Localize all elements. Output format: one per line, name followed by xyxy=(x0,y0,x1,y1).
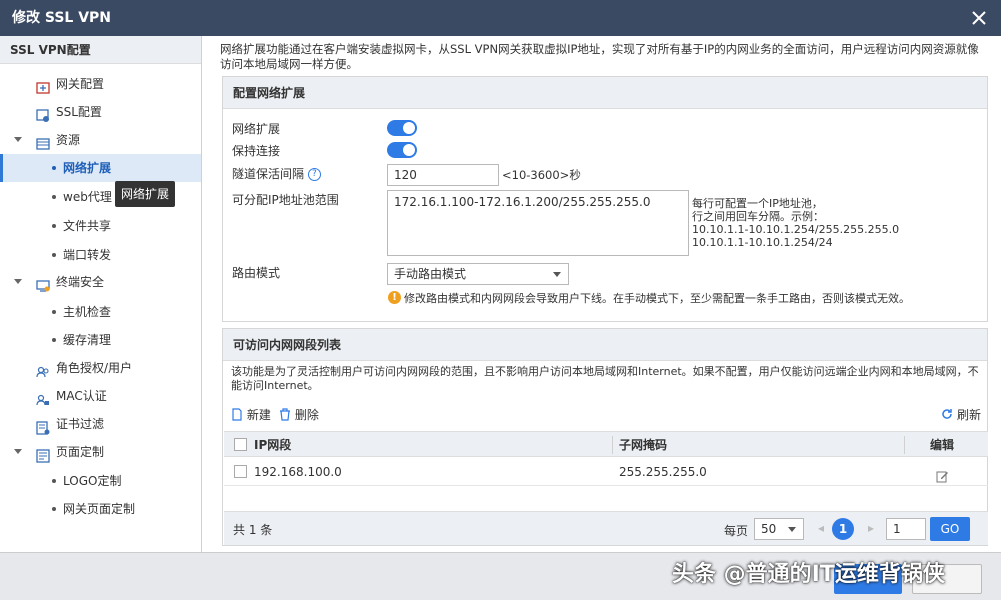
col-edit: 编辑 xyxy=(930,438,955,452)
list-panel-header: 可访问内网网段列表 xyxy=(223,329,987,361)
sidebar-item-label: web代理 xyxy=(63,190,112,204)
table-row[interactable]: 192.168.100.0 255.255.255.0 xyxy=(224,458,988,486)
page-current[interactable]: 1 xyxy=(832,518,854,540)
sidebar-item-label: 网络扩展 xyxy=(63,161,112,175)
go-button[interactable]: GO xyxy=(930,517,970,541)
users-icon xyxy=(36,361,50,378)
sidebar-item-label: MAC认证 xyxy=(56,389,107,403)
row-checkbox[interactable] xyxy=(234,465,247,478)
sidebar-item-label: 终端安全 xyxy=(56,275,105,289)
ip-pool-textarea[interactable]: 172.16.1.100-172.16.1.200/255.255.255.0 xyxy=(387,190,689,256)
tooltip: 网络扩展 xyxy=(115,181,175,207)
sidebar-item-role-users[interactable]: 角色授权/用户 xyxy=(0,354,201,382)
trash-icon xyxy=(279,407,291,424)
tunnel-interval-label: 隧道保活间隔 ? xyxy=(232,165,321,182)
watermark: 头条 @普通的IT运维背锅侠 xyxy=(672,562,945,587)
close-icon[interactable] xyxy=(969,8,989,28)
sidebar-item-file-share[interactable]: 文件共享 xyxy=(0,212,201,240)
chevron-down-icon xyxy=(788,527,796,532)
sidebar-item-label: 文件共享 xyxy=(63,219,112,233)
window-titlebar: 修改 SSL VPN xyxy=(0,0,1001,36)
sidebar-item-label: LOGO定制 xyxy=(63,474,122,488)
ip-pool-label: 可分配IP地址池范围 xyxy=(232,193,339,207)
page-icon xyxy=(36,445,50,463)
sidebar: SSL VPN配置 网关配置 SSL配置 资源 网络扩展 web代理 文件共享 … xyxy=(0,36,202,552)
table-header: IP网段 子网掩码 编辑 xyxy=(224,431,988,457)
keepalive-toggle[interactable] xyxy=(387,142,417,158)
keepalive-label: 保持连接 xyxy=(232,144,281,158)
row-ip: 192.168.100.0 xyxy=(254,465,342,479)
sidebar-item-ssl[interactable]: SSL配置 xyxy=(0,98,201,126)
new-icon xyxy=(231,407,243,424)
page-input[interactable]: 1 xyxy=(886,518,926,540)
ip-pool-hint: 每行可配置一个IP地址池， 行之间用回车分隔。示例： 10.10.1.1-10.… xyxy=(692,197,900,249)
network-ext-toggle[interactable] xyxy=(387,120,417,136)
sidebar-item-network-extension[interactable]: 网络扩展 xyxy=(0,154,201,182)
chevron-down-icon xyxy=(553,272,561,277)
sidebar-item-label: 主机检查 xyxy=(63,305,112,319)
route-mode-label: 路由模式 xyxy=(232,266,281,280)
row-mask: 255.255.255.0 xyxy=(619,465,707,479)
refresh-button[interactable]: 刷新 xyxy=(941,406,981,423)
sidebar-item-cache-clean[interactable]: 缓存清理 xyxy=(0,326,201,354)
select-all-checkbox[interactable] xyxy=(234,438,247,451)
sidebar-item-terminal-security[interactable]: 终端安全 xyxy=(0,268,201,296)
refresh-icon xyxy=(941,408,953,423)
sidebar-item-label: 网关配置 xyxy=(56,77,105,91)
chevron-down-icon[interactable] xyxy=(14,137,22,142)
warning-icon: ! xyxy=(388,291,401,304)
col-ip: IP网段 xyxy=(254,438,292,452)
tunnel-interval-hint: <10-3600>秒 xyxy=(502,168,581,182)
sidebar-item-label: 缓存清理 xyxy=(63,333,112,347)
delete-button[interactable]: 删除 xyxy=(279,406,319,424)
per-page-label: 每页 xyxy=(724,524,749,538)
list-panel: 可访问内网网段列表 该功能是为了灵活控制用户可访问内网网段的范围，且不影响用户访… xyxy=(222,328,988,546)
chevron-down-icon[interactable] xyxy=(14,449,22,454)
table-footer: 共 1 条 每页 50 ◂ 1 ▸ 1 GO xyxy=(224,511,988,545)
feature-description: 网络扩展功能通过在客户端安装虚拟网卡，从SSL VPN网关获取虚拟IP地址，实现… xyxy=(220,42,979,71)
terminal-icon xyxy=(36,275,50,292)
window-title: 修改 SSL VPN xyxy=(12,10,112,26)
edit-icon[interactable] xyxy=(936,465,949,493)
config-panel-header: 配置网络扩展 xyxy=(223,77,987,109)
resource-icon xyxy=(36,133,50,150)
gateway-icon xyxy=(36,77,50,94)
next-page-icon[interactable]: ▸ xyxy=(868,521,874,535)
per-page-select[interactable]: 50 xyxy=(754,518,804,540)
list-description: 该功能是为了灵活控制用户可访问内网网段的范围，且不影响用户访问本地局域网和Int… xyxy=(231,365,979,392)
sidebar-item-label: 证书过滤 xyxy=(56,417,105,431)
sidebar-item-label: SSL配置 xyxy=(56,105,102,119)
sidebar-item-label: 端口转发 xyxy=(63,248,112,262)
sidebar-item-mac-auth[interactable]: MAC认证 xyxy=(0,382,201,410)
mac-auth-icon xyxy=(36,389,50,406)
sidebar-item-label: 页面定制 xyxy=(56,445,105,459)
sidebar-item-host-check[interactable]: 主机检查 xyxy=(0,298,201,326)
sidebar-item-cert-filter[interactable]: 证书过滤 xyxy=(0,410,201,438)
config-panel: 配置网络扩展 网络扩展 保持连接 隧道保活间隔 ? 120 <10-3600>秒… xyxy=(222,76,988,322)
route-mode-select[interactable]: 手动路由模式 xyxy=(387,263,569,285)
total-count: 共 1 条 xyxy=(233,523,273,537)
new-button[interactable]: 新建 xyxy=(231,406,271,424)
sidebar-item-logo-custom[interactable]: LOGO定制 xyxy=(0,467,201,495)
route-warning: 修改路由模式和内网网段会导致用户下线。在手动模式下，至少需配置一条手工路由，否则… xyxy=(404,292,910,305)
certificate-icon xyxy=(36,417,50,435)
sidebar-item-label: 网关页面定制 xyxy=(63,502,136,516)
sidebar-item-gateway-page-custom[interactable]: 网关页面定制 xyxy=(0,495,201,523)
sidebar-item-port-forward[interactable]: 端口转发 xyxy=(0,241,201,269)
sidebar-title: SSL VPN配置 xyxy=(0,36,201,64)
chevron-down-icon[interactable] xyxy=(14,279,22,284)
prev-page-icon[interactable]: ◂ xyxy=(818,521,824,535)
main-content: 网络扩展功能通过在客户端安装虚拟网卡，从SSL VPN网关获取虚拟IP地址，实现… xyxy=(208,36,1001,552)
sidebar-item-label: 资源 xyxy=(56,133,81,147)
network-ext-label: 网络扩展 xyxy=(232,122,281,136)
sidebar-item-gateway[interactable]: 网关配置 xyxy=(0,70,201,98)
sidebar-item-page-custom[interactable]: 页面定制 xyxy=(0,438,201,466)
help-icon[interactable]: ? xyxy=(307,168,321,181)
ssl-icon xyxy=(36,105,50,122)
sidebar-item-resource[interactable]: 资源 xyxy=(0,126,201,154)
col-mask: 子网掩码 xyxy=(619,438,668,452)
tunnel-interval-input[interactable]: 120 xyxy=(387,164,499,186)
sidebar-item-label: 角色授权/用户 xyxy=(56,361,133,375)
